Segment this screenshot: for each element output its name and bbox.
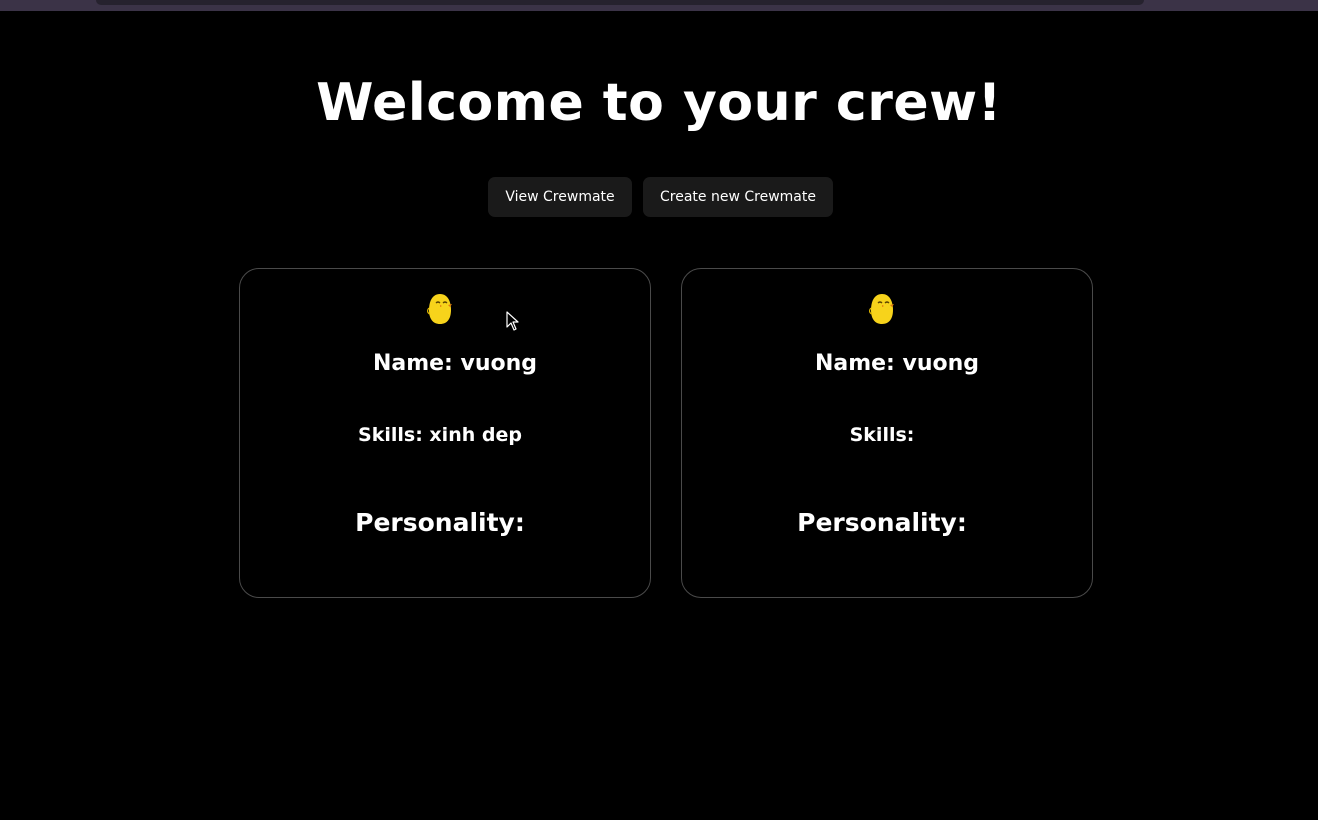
- crewmate-skills: Skills: xinh dep: [358, 424, 522, 446]
- view-crewmate-button[interactable]: View Crewmate: [488, 177, 632, 217]
- crewmate-personality: Personality:: [797, 508, 967, 537]
- crewmate-card[interactable]: Name: vuong Skills: Personality:: [681, 268, 1093, 598]
- page-title: Welcome to your crew!: [316, 73, 1002, 133]
- yellow-chick-icon: [427, 294, 452, 324]
- mouse-pointer-icon: [506, 311, 519, 331]
- crewmate-name: Name: vuong: [814, 351, 980, 376]
- crewmate-personality: Personality:: [355, 508, 525, 537]
- yellow-chick-icon: [869, 294, 894, 324]
- browser-top-strip: [0, 0, 1318, 11]
- browser-top-strip-inner: [96, 0, 1144, 5]
- crewmate-name: Name: vuong: [372, 351, 538, 376]
- crewmate-skills: Skills:: [849, 424, 915, 446]
- crewmate-card[interactable]: Name: vuong Skills: xinh dep Personality…: [239, 268, 651, 598]
- create-crewmate-button[interactable]: Create new Crewmate: [643, 177, 833, 217]
